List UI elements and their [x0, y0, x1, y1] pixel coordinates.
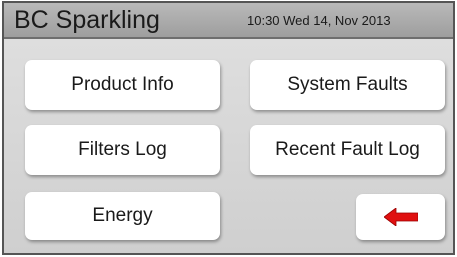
- header-bar: BC Sparkling 10:30 Wed 14, Nov 2013: [4, 3, 453, 39]
- recent-fault-log-button[interactable]: Recent Fault Log: [250, 125, 445, 175]
- system-faults-button[interactable]: System Faults: [250, 60, 445, 110]
- date-time-display: 10:30 Wed 14, Nov 2013: [247, 13, 391, 28]
- left-arrow-icon: [383, 208, 418, 226]
- filters-log-button[interactable]: Filters Log: [25, 125, 220, 175]
- product-info-button[interactable]: Product Info: [25, 60, 220, 110]
- menu-panel: Product Info System Faults Filters Log R…: [4, 39, 453, 253]
- back-button[interactable]: [356, 194, 445, 240]
- energy-button[interactable]: Energy: [25, 192, 220, 240]
- app-title: BC Sparkling: [14, 6, 160, 34]
- device-screen: BC Sparkling 10:30 Wed 14, Nov 2013 Prod…: [2, 1, 455, 255]
